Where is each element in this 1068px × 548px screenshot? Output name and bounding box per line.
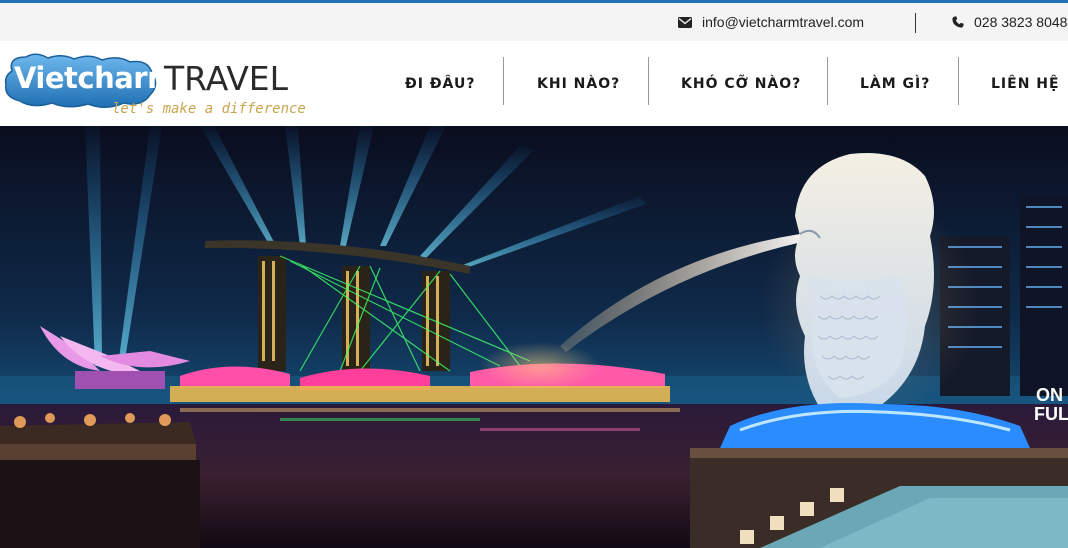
- sign-text-2: FUL: [1034, 404, 1068, 424]
- logo-travel: TRAVEL: [164, 59, 289, 98]
- waterfront-pier: [0, 413, 200, 548]
- phone-contact[interactable]: 028 3823 8048: [952, 3, 1067, 41]
- email-contact[interactable]: info@vietcharmtravel.com: [678, 3, 864, 41]
- email-text: info@vietcharmtravel.com: [702, 14, 865, 30]
- contact-separator: [915, 13, 916, 33]
- logo-tagline: let's make a difference: [112, 101, 306, 117]
- singapore-night-scene: ON FUL: [0, 126, 1068, 548]
- logo-name: Vietcharm: [14, 61, 177, 95]
- nav-divider: [827, 57, 828, 105]
- phone-text: 028 3823 8048: [974, 14, 1068, 30]
- nav-divider: [503, 57, 504, 105]
- nav-item-kho-co-nao[interactable]: KHÓ CỠ NÀO?: [681, 41, 801, 126]
- nav-item-di-dau[interactable]: ĐI ĐÂU?: [405, 41, 475, 126]
- site-logo[interactable]: Vietcharm TRAVEL let's make a difference: [2, 49, 306, 121]
- nav-item-lam-gi[interactable]: LÀM GÌ?: [860, 41, 930, 126]
- phone-icon: [952, 16, 964, 28]
- nav-item-lien-he[interactable]: LIÊN HỆ: [991, 41, 1060, 126]
- contact-topbar: info@vietcharmtravel.com 028 3823 8048: [0, 3, 1068, 41]
- nav-divider: [648, 57, 649, 105]
- hero-banner-image: ON FUL: [0, 126, 1068, 548]
- sign-text-1: ON: [1036, 385, 1063, 405]
- nav-item-khi-nao[interactable]: KHI NÀO?: [537, 41, 620, 126]
- site-header: Vietcharm TRAVEL let's make a difference…: [0, 41, 1068, 126]
- envelope-icon: [678, 16, 692, 28]
- nav-divider: [958, 57, 959, 105]
